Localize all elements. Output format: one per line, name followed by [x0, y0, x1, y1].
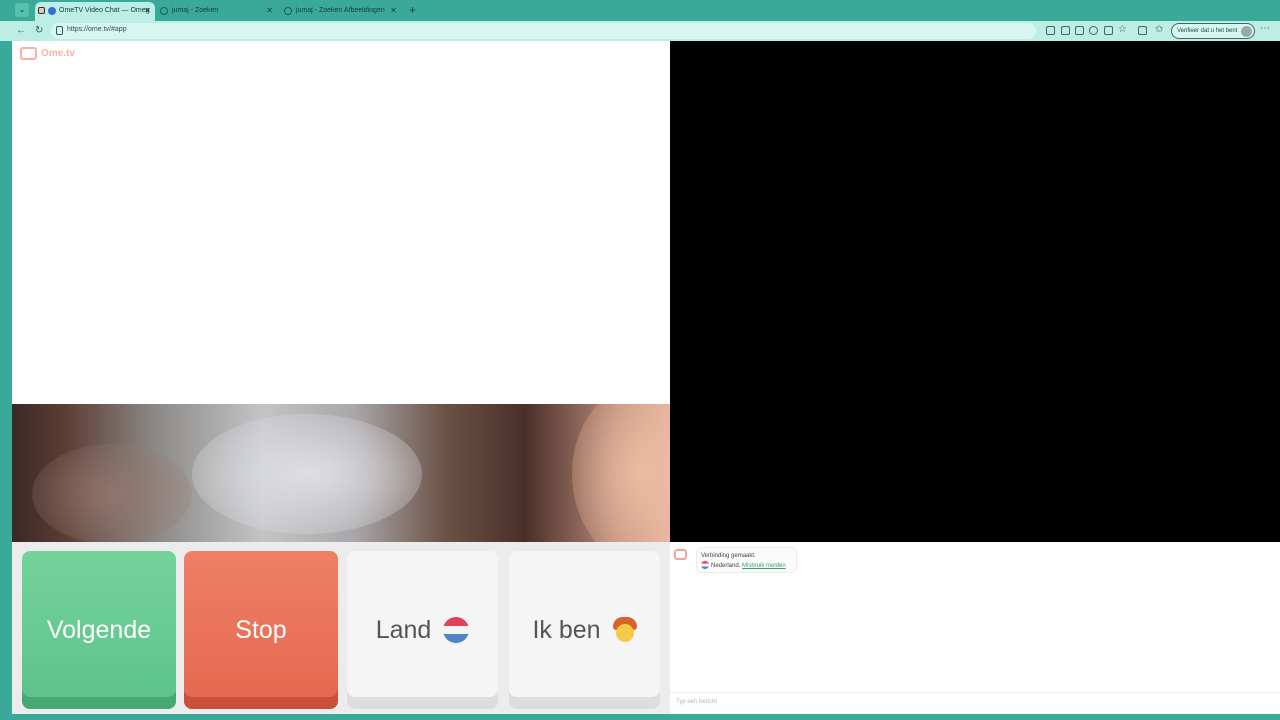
chat-message-input[interactable]: Typ een bericht: [670, 692, 1280, 714]
back-arrow-icon[interactable]: ←: [16, 24, 26, 38]
app-available-icon[interactable]: [1061, 26, 1070, 35]
new-tab-plus-icon[interactable]: +: [409, 3, 416, 17]
site-info-icon[interactable]: [56, 26, 63, 35]
verify-profile-button[interactable]: Verifieer dat u het bent: [1171, 23, 1255, 39]
close-tab-icon[interactable]: ✕: [144, 2, 151, 19]
workspace-icon: [38, 7, 45, 14]
partner-video: [670, 41, 1280, 542]
browser-tab-strip: ⌄ OmeTV Video Chat — Omeg ✕ jumaj - Zoek…: [0, 0, 1280, 21]
stranger-video-area: Ome.tv: [12, 41, 670, 404]
reading-mode-icon[interactable]: [1104, 26, 1113, 35]
tv-logo-icon: [20, 47, 37, 60]
favorites-icon[interactable]: ✩: [1155, 23, 1163, 37]
country-line: Nederland. Misbruik melden: [701, 561, 792, 571]
country-label: Land: [375, 615, 432, 644]
browser-toolbar: ← ↻ https://ome.tv/#app ☆ ✩ Verifieer da…: [0, 21, 1280, 41]
ometv-app: Ome.tv Volgende Stop Land Ik ben Verbind…: [12, 41, 1280, 714]
blurred-shape: [192, 414, 422, 534]
avatar: [1241, 26, 1252, 37]
more-menu-icon[interactable]: ⋯: [1260, 23, 1270, 34]
netherlands-flag-icon: [701, 561, 709, 570]
next-button[interactable]: Volgende: [22, 551, 176, 709]
tab-title: jumaj - Zoeken: [172, 7, 219, 14]
tab-search[interactable]: jumaj - Zoeken ✕: [156, 2, 277, 21]
tab-title: OmeTV Video Chat — Omeg: [59, 7, 150, 14]
zoom-icon[interactable]: [1089, 26, 1098, 35]
search-favicon-icon: [160, 7, 168, 15]
self-camera-preview: [12, 404, 670, 542]
boy-emoji-icon: [612, 617, 637, 643]
ometv-favicon-icon: [48, 7, 56, 15]
netherlands-flag-icon: [443, 617, 470, 643]
tab-ometv[interactable]: OmeTV Video Chat — Omeg ✕: [35, 2, 155, 21]
translate-icon[interactable]: [1075, 26, 1084, 35]
tab-title: jumaj - Zoeken Afbeeldingen: [296, 7, 385, 14]
url-text: https://ome.tv/#app: [67, 26, 127, 33]
verify-label: Verifieer dat u het bent: [1177, 28, 1238, 34]
close-tab-icon[interactable]: ✕: [266, 2, 273, 19]
favorite-star-icon[interactable]: ☆: [1118, 23, 1127, 37]
system-message: Verbinding gemaakt. Nederland. Misbruik …: [696, 547, 797, 573]
blurred-shape: [32, 444, 192, 542]
input-placeholder: Typ een bericht: [676, 699, 718, 705]
camera-icon[interactable]: [1046, 26, 1055, 35]
connection-status: Verbinding gemaakt.: [701, 553, 756, 559]
country-button[interactable]: Land: [347, 551, 498, 709]
next-label: Volgende: [46, 615, 152, 644]
tab-images[interactable]: jumaj - Zoeken Afbeeldingen ✕: [280, 2, 401, 21]
gender-button[interactable]: Ik ben: [509, 551, 660, 709]
report-abuse-link[interactable]: Misbruik melden: [742, 563, 786, 569]
stop-button[interactable]: Stop: [184, 551, 338, 709]
refresh-icon[interactable]: ↻: [35, 24, 43, 38]
chat-panel: Verbinding gemaakt. Nederland. Misbruik …: [670, 542, 1280, 714]
tab-actions-chevron-icon[interactable]: ⌄: [15, 3, 29, 17]
extensions-icon[interactable]: [1138, 26, 1147, 35]
stop-label: Stop: [235, 615, 287, 644]
tv-logo-icon: [674, 549, 687, 560]
address-bar[interactable]: https://ome.tv/#app: [51, 23, 1036, 39]
close-tab-icon[interactable]: ✕: [390, 2, 397, 19]
logo-text: Ome.tv: [41, 48, 75, 59]
search-favicon-icon: [284, 7, 292, 15]
blurred-shape: [572, 404, 670, 542]
country-name: Nederland.: [711, 563, 741, 569]
control-panel: Volgende Stop Land Ik ben: [12, 542, 670, 714]
gender-label: Ik ben: [532, 615, 601, 644]
